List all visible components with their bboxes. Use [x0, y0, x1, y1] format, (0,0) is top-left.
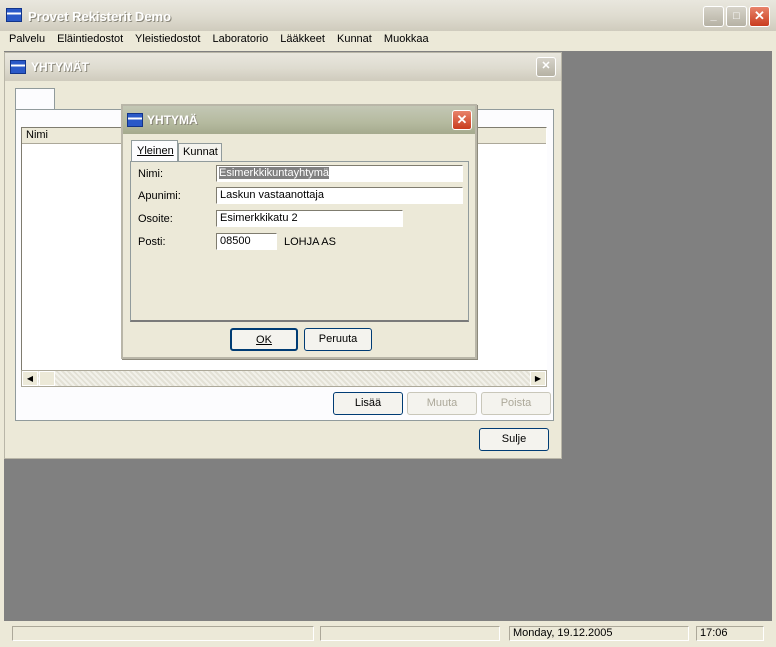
posti-label: Posti:	[138, 236, 166, 248]
column-nimi: Nimi	[26, 129, 48, 141]
add-button[interactable]: Lisää	[333, 392, 403, 415]
ok-button[interactable]: OK	[230, 328, 298, 351]
cancel-button[interactable]: Peruuta	[304, 328, 372, 351]
osoite-input[interactable]: Esimerkkikatu 2	[216, 210, 403, 227]
menu-kunnat[interactable]: Kunnat	[337, 33, 372, 45]
minimize-icon[interactable]: _	[703, 6, 724, 27]
close-icon[interactable]: ✕	[749, 6, 770, 27]
menu-palvelu[interactable]: Palvelu	[9, 33, 45, 45]
status-time: 17:06	[696, 626, 764, 641]
menu-yleistiedostot[interactable]: Yleistiedostot	[135, 33, 200, 45]
list-tab[interactable]	[15, 88, 55, 110]
dialog-icon	[127, 113, 143, 127]
apunimi-input[interactable]: Laskun vastaanottaja	[216, 187, 463, 204]
nimi-value: Esimerkkikuntayhtymä	[219, 167, 330, 179]
statusbar: Monday, 19.12.2005 17:06	[4, 624, 772, 644]
nimi-label: Nimi:	[138, 168, 164, 180]
yhtyma-dialog: YHTYMÄ ✕ Yleinen Kunnat Nimi: Esimerkkik…	[121, 104, 477, 359]
maximize-icon[interactable]: □	[726, 6, 747, 27]
menu-laboratorio[interactable]: Laboratorio	[213, 33, 269, 45]
tab-yleinen-label: Yleinen	[137, 145, 174, 157]
tab-yleinen[interactable]: Yleinen	[131, 140, 178, 162]
app-icon	[6, 8, 22, 22]
scroll-right-icon[interactable]: ▶	[530, 371, 546, 386]
app-title: Provet Rekisterit Demo	[28, 9, 172, 24]
list-window-icon	[10, 60, 26, 74]
list-close-icon[interactable]: ✕	[536, 57, 556, 77]
delete-button[interactable]: Poista	[481, 392, 551, 415]
menu-laakkeet[interactable]: Lääkkeet	[280, 33, 325, 45]
scroll-thumb[interactable]	[39, 371, 55, 386]
posti-input[interactable]: 08500	[216, 233, 277, 250]
menu-elaintiedostot[interactable]: Eläintiedostot	[57, 33, 123, 45]
status-cell-1	[12, 626, 314, 641]
close-button[interactable]: Sulje	[479, 428, 549, 451]
tab-kunnat[interactable]: Kunnat	[178, 143, 222, 162]
posti-city: LOHJA AS	[284, 236, 336, 248]
dialog-title: YHTYMÄ	[147, 113, 198, 127]
list-titlebar[interactable]: YHTYMÄT ✕	[5, 53, 561, 81]
status-cell-2	[320, 626, 500, 641]
main-titlebar[interactable]: Provet Rekisterit Demo _ □ ✕	[0, 0, 776, 31]
tab-kunnat-label: Kunnat	[183, 146, 218, 158]
dialog-titlebar[interactable]: YHTYMÄ ✕	[123, 106, 475, 134]
edit-button[interactable]: Muuta	[407, 392, 477, 415]
list-window-title: YHTYMÄT	[31, 60, 89, 74]
nimi-input[interactable]: Esimerkkikuntayhtymä	[216, 165, 463, 182]
status-date: Monday, 19.12.2005	[509, 626, 689, 641]
scroll-left-icon[interactable]: ◀	[22, 371, 38, 386]
apunimi-label: Apunimi:	[138, 190, 181, 202]
list-hscrollbar[interactable]: ◀ ▶	[21, 370, 547, 387]
dialog-close-icon[interactable]: ✕	[452, 110, 472, 130]
osoite-label: Osoite:	[138, 213, 173, 225]
ok-label: OK	[256, 334, 272, 346]
menu-muokkaa[interactable]: Muokkaa	[384, 33, 429, 45]
menubar: Palvelu Eläintiedostot Yleistiedostot La…	[9, 33, 438, 49]
